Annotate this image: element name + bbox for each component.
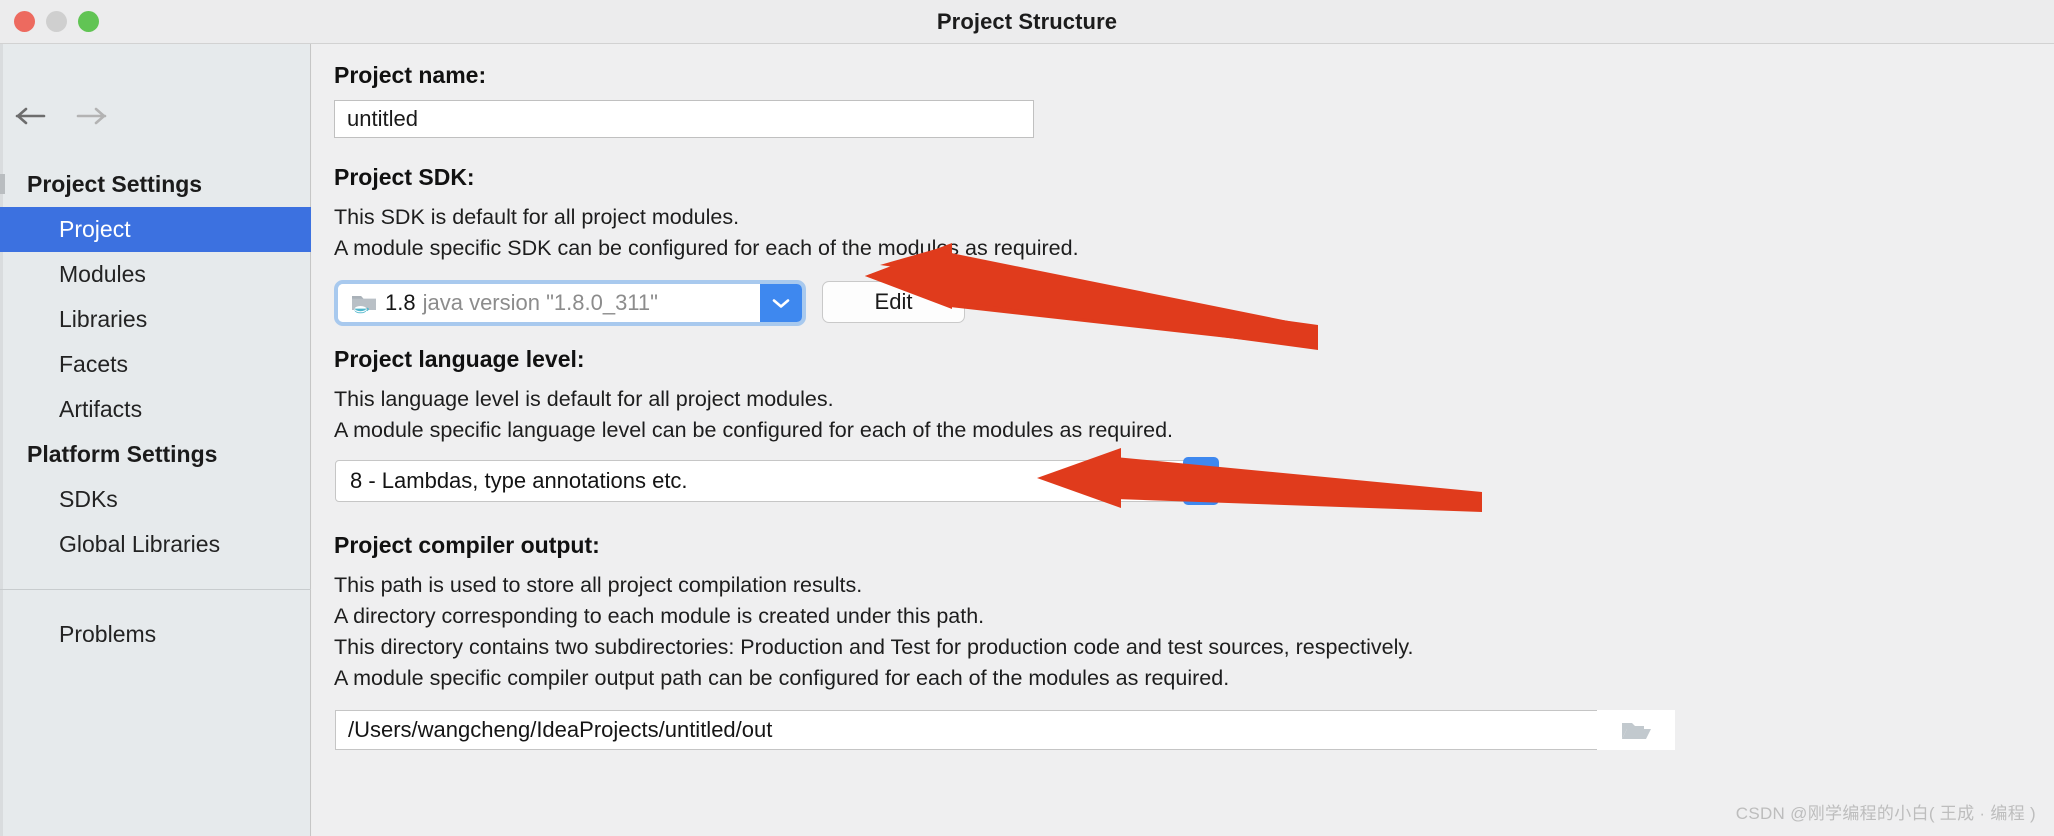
main-content: Project name: untitled Project SDK: This… xyxy=(312,44,2054,836)
project-sdk-combobox-value: 1.8 java version "1.8.0_311" xyxy=(338,284,760,322)
project-sdk-version-desc: java version "1.8.0_311" xyxy=(422,290,658,315)
window-title: Project Structure xyxy=(936,9,1118,34)
project-sdk-version: 1.8 xyxy=(385,290,416,315)
compiler-output-desc-line1: This path is used to store all project c… xyxy=(334,573,863,597)
project-sdk-row: 1.8 java version "1.8.0_311" Edit xyxy=(334,280,2030,326)
folder-icon xyxy=(1622,723,1651,739)
compiler-output-row: /Users/wangcheng/IdeaProjects/untitled/o… xyxy=(334,710,2030,750)
traffic-lights xyxy=(14,11,99,32)
compiler-output-desc-line3: This directory contains two subdirectori… xyxy=(334,635,1414,659)
close-window-button[interactable] xyxy=(14,11,35,32)
sidebar-item-artifacts[interactable]: Artifacts xyxy=(0,387,311,432)
titlebar: Project Structure xyxy=(0,0,2054,44)
language-level-desc-line2: A module specific language level can be … xyxy=(334,418,1174,442)
back-arrow-icon[interactable] xyxy=(14,102,48,130)
sidebar-item-global-libraries[interactable]: Global Libraries xyxy=(0,522,311,567)
compiler-output-desc-line4: A module specific compiler output path c… xyxy=(334,666,1230,690)
sidebar-item-project[interactable]: Project xyxy=(0,207,311,252)
sidebar-item-modules[interactable]: Modules xyxy=(0,252,311,297)
chevron-down-icon xyxy=(772,299,790,308)
nav-arrows xyxy=(14,102,108,130)
sidebar: Project Settings Project Modules Librari… xyxy=(0,44,311,836)
language-level-label: Project language level: xyxy=(334,346,585,372)
project-sdk-dropdown-button[interactable] xyxy=(760,284,802,322)
chevron-down-icon xyxy=(1193,483,1209,491)
project-sdk-edit-button[interactable]: Edit xyxy=(822,281,965,323)
sidebar-item-sdks[interactable]: SDKs xyxy=(0,477,311,522)
language-level-dropdown-button[interactable] xyxy=(1183,457,1219,505)
language-level-combobox[interactable]: 8 - Lambdas, type annotations etc. xyxy=(335,460,1215,502)
project-name-label: Project name: xyxy=(334,62,487,88)
compiler-output-desc-line2: A directory corresponding to each module… xyxy=(334,604,985,628)
project-name-input[interactable]: untitled xyxy=(334,100,1034,138)
java-folder-icon xyxy=(350,291,378,315)
sidebar-divider xyxy=(0,589,311,590)
project-sdk-desc-line1: This SDK is default for all project modu… xyxy=(334,205,740,229)
language-level-row: 8 - Lambdas, type annotations etc. xyxy=(334,457,2030,505)
sidebar-group-project-settings: Project Settings xyxy=(27,171,203,197)
project-structure-window: Project Structure Project Settings Proje… xyxy=(0,0,2054,836)
chevron-up-icon xyxy=(1193,471,1209,479)
forward-arrow-icon[interactable] xyxy=(74,102,108,130)
minimize-window-button[interactable] xyxy=(46,11,67,32)
sidebar-item-problems[interactable]: Problems xyxy=(0,612,311,657)
maximize-window-button[interactable] xyxy=(78,11,99,32)
compiler-output-input[interactable]: /Users/wangcheng/IdeaProjects/untitled/o… xyxy=(335,710,1675,750)
compiler-output-browse-button[interactable] xyxy=(1597,710,1675,750)
sidebar-item-facets[interactable]: Facets xyxy=(0,342,311,387)
sidebar-item-libraries[interactable]: Libraries xyxy=(0,297,311,342)
language-level-desc-line1: This language level is default for all p… xyxy=(334,387,834,411)
project-sdk-label: Project SDK: xyxy=(334,164,475,190)
sidebar-nav-list: Project Settings Project Modules Librari… xyxy=(0,162,311,657)
compiler-output-label: Project compiler output: xyxy=(334,532,600,558)
project-sdk-combobox[interactable]: 1.8 java version "1.8.0_311" xyxy=(334,280,806,326)
watermark-text: CSDN @刚学编程的小白( 王成 · 编程 ) xyxy=(1735,804,2036,823)
project-sdk-desc-line2: A module specific SDK can be configured … xyxy=(334,236,1079,260)
sidebar-group-platform-settings: Platform Settings xyxy=(27,441,218,467)
